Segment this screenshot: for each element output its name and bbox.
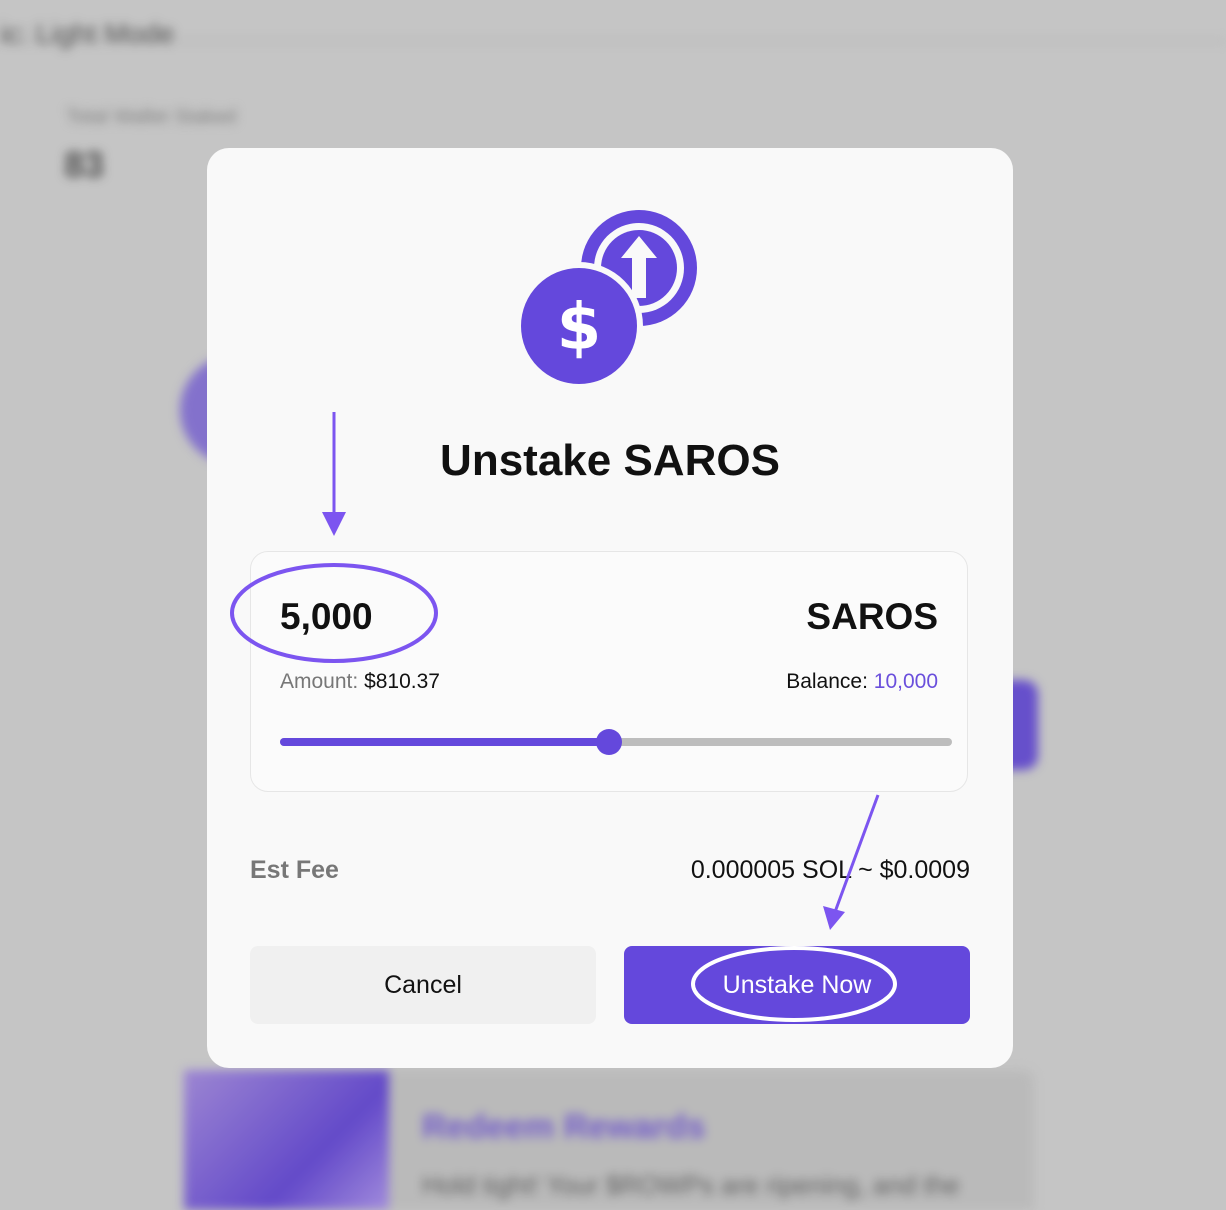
fee-label: Est Fee	[250, 856, 339, 884]
balance-value[interactable]: 10,000	[874, 670, 938, 693]
amount-usd-row: Amount: $810.37	[280, 670, 440, 694]
amount-usd-label: Amount:	[280, 670, 359, 693]
amount-usd-value: $810.37	[364, 670, 440, 693]
amount-slider[interactable]	[280, 729, 952, 755]
unstake-coin-icon: $	[521, 210, 697, 386]
modal-title: Unstake SAROS	[440, 436, 780, 485]
unstake-modal: $ Unstake SAROS 5,000 SAROS Amount: $810…	[207, 148, 1013, 1068]
balance-row: Balance: 10,000	[786, 670, 938, 694]
fee-value: 0.000005 SOL ~ $0.0009	[690, 856, 970, 884]
token-symbol: SAROS	[806, 596, 938, 637]
svg-text:$: $	[557, 291, 602, 365]
cancel-button[interactable]: Cancel	[250, 946, 596, 1024]
amount-input[interactable]: 5,000	[280, 596, 373, 638]
slider-thumb[interactable]	[596, 729, 623, 755]
amount-card: 5,000 SAROS Amount: $810.37 Balance: 10,…	[250, 551, 968, 792]
slider-fill	[280, 738, 610, 746]
balance-label: Balance:	[786, 670, 868, 693]
unstake-now-button[interactable]: Unstake Now	[624, 946, 970, 1024]
